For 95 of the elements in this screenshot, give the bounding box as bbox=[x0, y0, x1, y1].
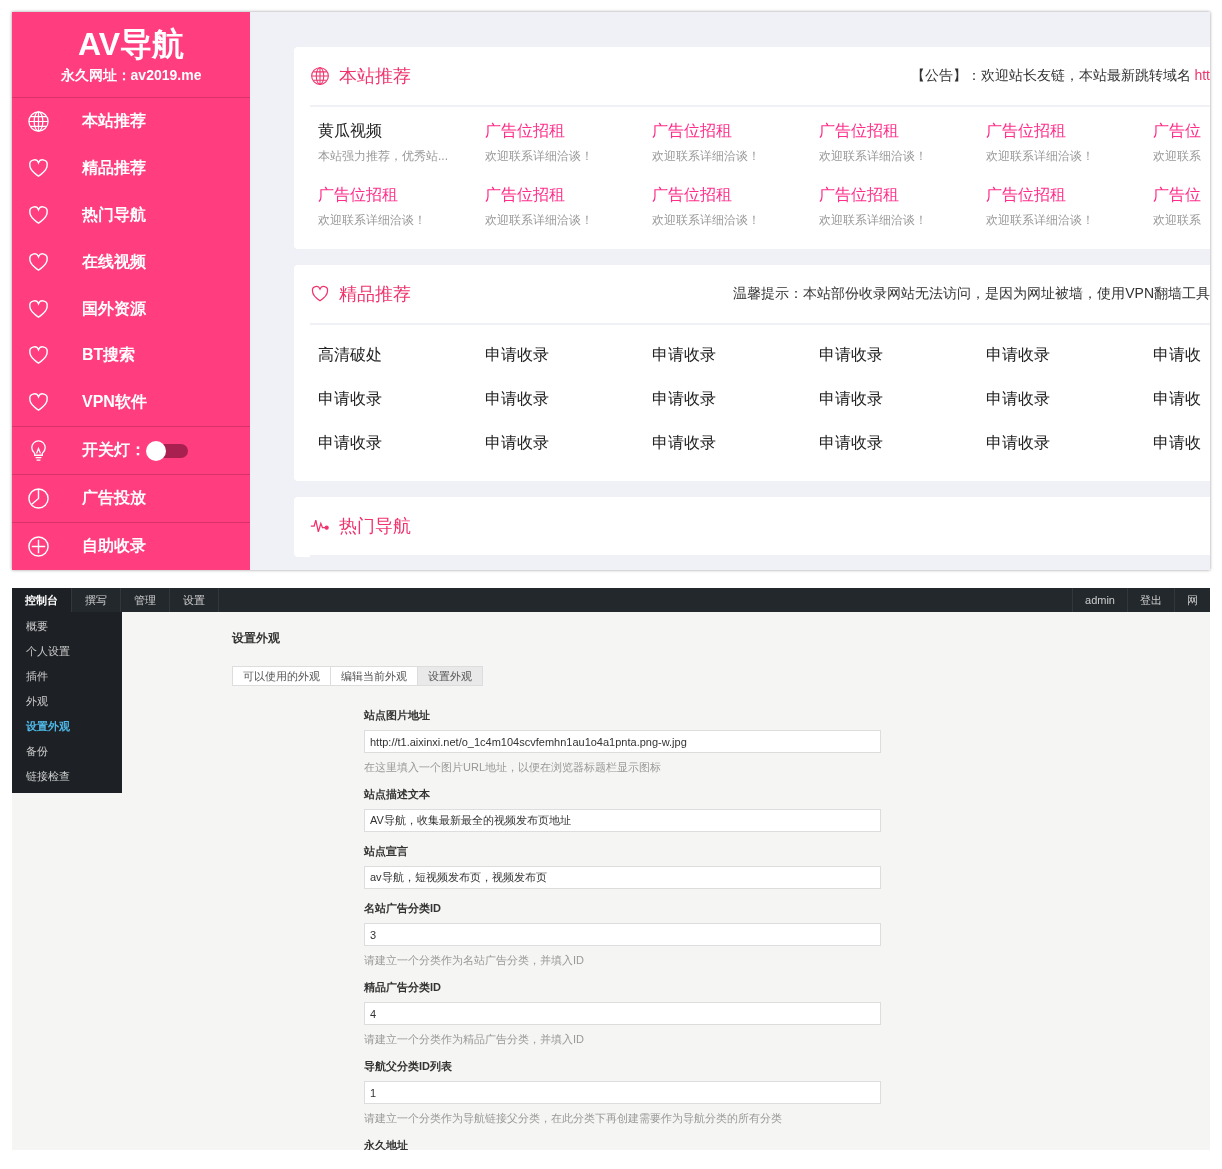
user-link[interactable]: 登出 bbox=[1127, 588, 1174, 612]
field-label: 站点宣言 bbox=[364, 844, 409, 859]
section-title: 本站推荐 bbox=[339, 65, 411, 88]
input-field[interactable]: http://t1.aixinxi.net/o_1c4m104scvfemhn1au1o4a1pnta.png-w.jpg bbox=[364, 730, 881, 753]
site-link[interactable]: 高清破处 bbox=[318, 333, 485, 377]
user-link[interactable]: admin bbox=[1072, 588, 1127, 612]
site-link[interactable]: 申请收录 bbox=[652, 421, 819, 465]
site-link[interactable]: 广告位 bbox=[1153, 185, 1210, 206]
site-link[interactable]: 广告位招租 bbox=[819, 121, 986, 142]
notice-link[interactable]: htt bbox=[1194, 67, 1210, 83]
submenu-item[interactable]: 概要 bbox=[12, 614, 122, 639]
submenu-item[interactable]: 个人设置 bbox=[12, 639, 122, 664]
field-hint: 请建立一个分类作为名站广告分类，并填入ID bbox=[364, 953, 585, 968]
admin-tab[interactable]: 控制台 bbox=[12, 588, 72, 612]
field-label: 导航父分类ID列表 bbox=[364, 1059, 453, 1074]
globe-icon bbox=[27, 109, 50, 133]
light-toggle-switch[interactable] bbox=[148, 443, 188, 458]
site-link[interactable]: 申请收 bbox=[1153, 377, 1210, 421]
input-field[interactable]: 1 bbox=[364, 1081, 881, 1104]
page-title: 设置外观 bbox=[232, 630, 281, 647]
field-label: 站点图片地址 bbox=[364, 708, 431, 723]
notice-text: 【公告】：欢迎站长友链，本站最新跳转域名 htt bbox=[910, 67, 1210, 85]
site-description: 欢迎联系详细洽谈！ bbox=[819, 212, 928, 229]
site-link[interactable]: 广告位招租 bbox=[485, 185, 652, 206]
input-field[interactable]: AV导航，收集最新最全的视频发布页地址 bbox=[364, 809, 881, 832]
site-link[interactable]: 申请收录 bbox=[318, 421, 485, 465]
site-description: 本站强力推荐，优秀站... bbox=[318, 148, 449, 165]
site-description: 欢迎联系详细洽谈！ bbox=[485, 212, 594, 229]
subtab[interactable]: 可以使用的外观 bbox=[232, 666, 331, 686]
site-description: 欢迎联系详细洽谈！ bbox=[986, 212, 1095, 229]
heart-icon bbox=[27, 203, 50, 227]
site-link[interactable]: 申请收录 bbox=[318, 377, 485, 421]
section-title: 热门导航 bbox=[339, 515, 411, 538]
site-link[interactable]: 广告位招租 bbox=[986, 185, 1153, 206]
site-description: 欢迎联系 bbox=[1153, 212, 1202, 229]
field-label: 精品广告分类ID bbox=[364, 980, 442, 995]
site-link[interactable]: 广告位招租 bbox=[986, 121, 1153, 142]
subtab[interactable]: 设置外观 bbox=[417, 666, 483, 686]
site-link[interactable]: 申请收录 bbox=[986, 333, 1153, 377]
heart-icon bbox=[27, 250, 50, 274]
site-link[interactable]: 广告位招租 bbox=[318, 185, 485, 206]
field-hint: 请建立一个分类作为导航链接父分类，在此分类下再创建需要作为导航分类的所有分类 bbox=[364, 1111, 783, 1126]
site-link[interactable]: 申请收 bbox=[1153, 421, 1210, 465]
field-hint: 请建立一个分类作为精品广告分类，并填入ID bbox=[364, 1032, 585, 1047]
site-logo: AV导航 bbox=[77, 24, 185, 63]
light-toggle-label: 开关灯： bbox=[82, 440, 146, 461]
site-description: 欢迎联系详细洽谈！ bbox=[652, 212, 761, 229]
site-link[interactable]: 申请收录 bbox=[819, 377, 986, 421]
input-field[interactable]: 3 bbox=[364, 923, 881, 946]
site-link[interactable]: 申请收录 bbox=[986, 377, 1153, 421]
submenu-item[interactable]: 设置外观 bbox=[12, 714, 122, 739]
site-link[interactable]: 申请收录 bbox=[986, 421, 1153, 465]
site-address: 永久网址：av2019.me bbox=[60, 66, 202, 85]
site-link[interactable]: 广告位招租 bbox=[485, 121, 652, 142]
submenu-item[interactable]: 外观 bbox=[12, 689, 122, 714]
site-link[interactable]: 黄瓜视频 bbox=[318, 121, 485, 142]
site-description: 欢迎联系详细洽谈！ bbox=[318, 212, 427, 229]
field-label: 站点描述文本 bbox=[364, 787, 431, 802]
site-link[interactable]: 申请收 bbox=[1153, 333, 1210, 377]
pie-chart-icon bbox=[27, 487, 50, 511]
section-title: 精品推荐 bbox=[339, 283, 411, 306]
notice-text: 温馨提示：本站部份收录网站无法访问，是因为网址被墙，使用VPN翻墙工具 bbox=[733, 285, 1210, 303]
user-link[interactable]: 网 bbox=[1174, 588, 1210, 612]
field-label: 永久地址 bbox=[364, 1138, 409, 1150]
submenu-item[interactable]: 插件 bbox=[12, 664, 122, 689]
site-description: 欢迎联系 bbox=[1153, 148, 1202, 165]
site-link[interactable]: 申请收录 bbox=[485, 421, 652, 465]
site-description: 欢迎联系详细洽谈！ bbox=[652, 148, 761, 165]
site-link[interactable]: 广告位 bbox=[1153, 121, 1210, 142]
site-link[interactable]: 广告位招租 bbox=[819, 185, 986, 206]
site-link[interactable]: 申请收录 bbox=[485, 377, 652, 421]
site-link[interactable]: 广告位招租 bbox=[652, 185, 819, 206]
site-link[interactable]: 申请收录 bbox=[819, 421, 986, 465]
site-description: 欢迎联系详细洽谈！ bbox=[819, 148, 928, 165]
site-link[interactable]: 申请收录 bbox=[652, 333, 819, 377]
add-circle-icon bbox=[27, 535, 50, 559]
site-link[interactable]: 申请收录 bbox=[485, 333, 652, 377]
site-link[interactable]: 申请收录 bbox=[819, 333, 986, 377]
field-label: 名站广告分类ID bbox=[364, 901, 442, 916]
site-link[interactable]: 广告位招租 bbox=[652, 121, 819, 142]
submenu-item[interactable]: 链接检查 bbox=[12, 764, 122, 789]
submenu-item[interactable]: 备份 bbox=[12, 739, 122, 764]
site-link[interactable]: 申请收录 bbox=[652, 377, 819, 421]
heart-icon bbox=[310, 284, 330, 304]
admin-tab[interactable]: 管理 bbox=[121, 588, 170, 612]
admin-tab[interactable]: 设置 bbox=[170, 588, 219, 612]
input-field[interactable]: av导航，短视频发布页，视频发布页 bbox=[364, 866, 881, 889]
heart-icon bbox=[27, 156, 50, 180]
site-description: 欢迎联系详细洽谈！ bbox=[986, 148, 1095, 165]
input-field[interactable]: 4 bbox=[364, 1002, 881, 1025]
subtab[interactable]: 编辑当前外观 bbox=[330, 666, 418, 686]
heart-icon bbox=[27, 297, 50, 321]
globe-icon bbox=[310, 66, 330, 86]
field-hint: 在这里填入一个图片URL地址，以便在浏览器标题栏显示图标 bbox=[364, 760, 662, 775]
site-description: 欢迎联系详细洽谈！ bbox=[485, 148, 594, 165]
